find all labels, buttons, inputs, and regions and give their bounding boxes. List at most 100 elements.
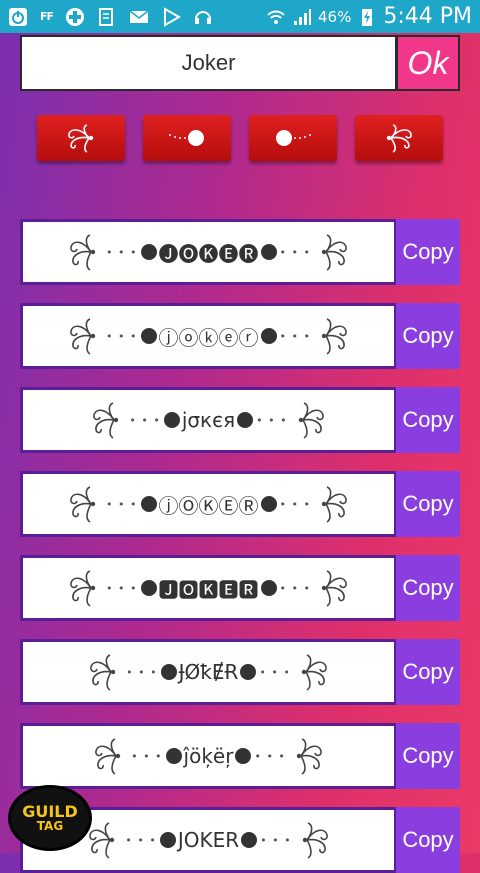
ball-decoration [160, 664, 177, 680]
swirl-ornament-icon [68, 124, 94, 153]
swirl-ornament-icon [312, 316, 352, 356]
nickname-box: • • • ⓙⓞⓚⓔⓡ • • • [20, 303, 397, 369]
swirl-ornament-icon [312, 484, 352, 524]
ball-decoration [260, 496, 277, 512]
battery-charging-icon [357, 7, 377, 27]
nickname-display: • • • ⓙⓞⓚⓔⓡ • • • [65, 316, 352, 356]
swirl-ornament-icon [65, 316, 105, 356]
dots-decoration: • • • [279, 497, 311, 511]
nickname-box: • • • 🅙🅞🅚🅔🅡 • • • [20, 219, 397, 285]
dots-decoration: • • • [279, 245, 311, 259]
copy-button[interactable]: Copy [396, 471, 460, 537]
copy-button[interactable]: Copy [396, 303, 460, 369]
dots-decoration: • • • [279, 581, 311, 595]
nickname-display: • • • ɈØꝁɆɌ • • • [85, 652, 332, 692]
ball-decoration [165, 748, 182, 764]
nickname-text: JOKER [177, 828, 240, 852]
symbol-button-swirl-right[interactable] [355, 115, 443, 161]
logo-line-2: TAG [36, 819, 64, 833]
swirl-ornament-icon [312, 232, 352, 272]
copy-button[interactable]: Copy [396, 807, 460, 873]
swirl-ornament-icon [289, 400, 329, 440]
nickname-display: • • • 🅙🅞🅚🅔🅡 • • • [65, 232, 352, 272]
play-store-icon [161, 6, 182, 27]
nickname-display: • • • 🅹🅾🅺🅴🆁 • • • [65, 568, 352, 608]
battery-percent: 46% [318, 7, 352, 26]
ball-decoration [159, 832, 176, 848]
swirl-ornament-icon [386, 124, 412, 153]
swirl-ornament-icon [287, 736, 327, 776]
nickname-text: ɈØꝁɆɌ [178, 660, 239, 684]
ball-decoration [235, 748, 252, 764]
ball-decoration [140, 496, 157, 512]
nickname-row: • • • ɈØꝁɆɌ • • • Copy [20, 639, 460, 705]
dots-decoration: • • • [256, 413, 288, 427]
nickname-row: • • • ĵöķëŗ • • • Copy [20, 723, 460, 789]
symbol-button-dots-ball[interactable] [143, 115, 231, 161]
dots-decoration: • • • [260, 833, 292, 847]
nickname-box: • • • ɈØꝁɆɌ • • • [20, 639, 397, 705]
nickname-text: ĵöķëŗ [183, 744, 234, 768]
dots-decoration: • • • [106, 245, 138, 259]
dots-decoration: • • • [259, 665, 291, 679]
headphones-icon [193, 7, 213, 27]
power-icon [8, 7, 28, 27]
copy-button[interactable]: Copy [396, 723, 460, 789]
nickname-box: • • • 🅹🅾🅺🅴🆁 • • • [20, 555, 397, 621]
mail-icon [129, 7, 149, 27]
swirl-ornament-icon [292, 652, 332, 692]
ball-decoration [260, 328, 277, 344]
ball-decoration [140, 244, 157, 260]
dots-ball-icon [169, 130, 204, 146]
nickname-text: ⓙⓞⓚⓔⓡ [158, 325, 259, 350]
ball-decoration [140, 328, 157, 344]
document-icon [97, 7, 117, 27]
ff-icon: FF [40, 10, 54, 23]
nickname-box: • • • ⓙⓄⓀⒺⓇ • • • [20, 471, 397, 537]
guild-tag-logo: GUILD TAG [8, 785, 92, 851]
symbol-button-ball-dots[interactable] [249, 115, 337, 161]
wifi-icon [266, 7, 286, 27]
name-input[interactable] [20, 35, 397, 91]
status-bar: FF 46% 5:44 PM [0, 0, 480, 33]
nickname-display: • • • JOKER • • • [84, 820, 332, 860]
name-entry-bar: Ok [20, 35, 460, 91]
dots-decoration: • • • [129, 413, 161, 427]
dots-decoration: • • • [106, 581, 138, 595]
ball-decoration [237, 412, 254, 428]
swirl-ornament-icon [293, 820, 333, 860]
swirl-ornament-icon [65, 568, 105, 608]
ok-button[interactable]: Ok [396, 35, 460, 91]
nickname-text: ⓙⓄⓀⒺⓇ [158, 493, 259, 518]
copy-button[interactable]: Copy [396, 555, 460, 621]
nickname-row: • • • ⓙⓞⓚⓔⓡ • • • Copy [20, 303, 460, 369]
ball-decoration [240, 664, 257, 680]
symbol-button-row [37, 115, 443, 161]
dots-decoration: • • • [126, 665, 158, 679]
ball-decoration [163, 412, 180, 428]
dots-decoration: • • • [106, 497, 138, 511]
signal-icon [292, 7, 312, 27]
nickname-row: • • • 🅹🅾🅺🅴🆁 • • • Copy [20, 555, 460, 621]
dots-decoration: • • • [279, 329, 311, 343]
nickname-text: 🅙🅞🅚🅔🅡 [158, 241, 259, 266]
swirl-ornament-icon [65, 232, 105, 272]
ball-decoration [260, 580, 277, 596]
swirl-ornament-icon [85, 652, 125, 692]
symbol-button-swirl-left[interactable] [37, 115, 125, 161]
copy-button[interactable]: Copy [396, 219, 460, 285]
nickname-display: • • • ⓙⓄⓀⒺⓇ • • • [65, 484, 352, 524]
ball-decoration [241, 832, 258, 848]
copy-button[interactable]: Copy [396, 639, 460, 705]
ball-decoration [140, 580, 157, 596]
ball-dots-icon [276, 130, 311, 146]
dots-decoration: • • • [125, 833, 157, 847]
dots-decoration: • • • [131, 749, 163, 763]
swirl-ornament-icon [90, 736, 130, 776]
copy-button[interactable]: Copy [396, 387, 460, 453]
dots-decoration: • • • [106, 329, 138, 343]
clock: 5:44 PM [383, 4, 472, 29]
swirl-ornament-icon [312, 568, 352, 608]
ball-decoration [260, 244, 277, 260]
plus-icon [65, 7, 85, 27]
